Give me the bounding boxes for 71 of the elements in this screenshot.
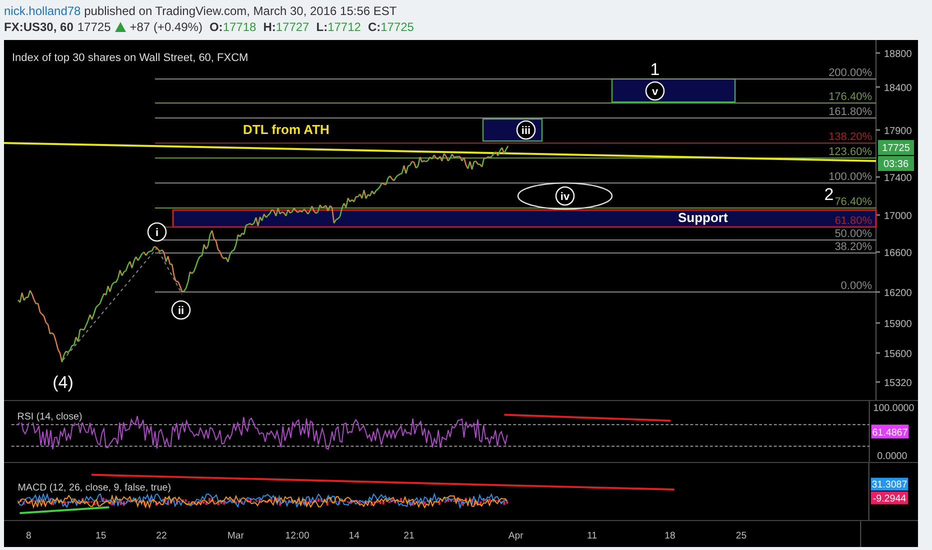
author-link[interactable]: nick.holland78 bbox=[4, 4, 81, 18]
ohlc-value: 17727 bbox=[276, 19, 310, 35]
time-axis-label: 11 bbox=[586, 530, 597, 542]
price-text: 17725 bbox=[77, 19, 111, 35]
wave-label: 2 bbox=[824, 185, 834, 204]
trendline-label: DTL from ATH bbox=[243, 122, 330, 137]
symbol-label: FX:US30, 60 bbox=[4, 19, 74, 35]
fib-level-label: 61.80% bbox=[834, 215, 872, 227]
price-axis-label: 16200 bbox=[884, 288, 912, 299]
time-axis-label: 12:00 bbox=[285, 530, 310, 542]
price-tick bbox=[876, 52, 880, 54]
price-axis-label: 15600 bbox=[884, 349, 912, 360]
fib-level-label: 0.00% bbox=[840, 280, 872, 292]
price-axis-label: 16600 bbox=[884, 248, 912, 259]
fib-level-label: 76.40% bbox=[834, 196, 872, 208]
ohlc-value: 17725 bbox=[380, 19, 414, 35]
wave-marker: i bbox=[147, 222, 167, 242]
wave-marker: ii bbox=[171, 300, 191, 320]
price-tick bbox=[876, 322, 880, 324]
time-axis-label: 15 bbox=[96, 530, 106, 542]
fib-level-label: 123.60% bbox=[828, 146, 872, 158]
macd-title: MACD (12, 26, close, 9, false, true) bbox=[18, 482, 172, 494]
wave-label: (4) bbox=[52, 373, 74, 392]
price-axis-label: 17900 bbox=[884, 126, 912, 137]
time-axis-label: 22 bbox=[156, 530, 167, 542]
published-text: published on TradingView.com, March 30, 2016 15:56 EST bbox=[84, 4, 397, 18]
fib-level-label: 38.20% bbox=[834, 241, 872, 253]
fib-level-label: 176.40% bbox=[828, 91, 872, 103]
price-axis-label: 17000 bbox=[884, 211, 912, 222]
wave-marker: iii bbox=[516, 120, 536, 140]
ohlc-value: 17718 bbox=[222, 19, 256, 35]
fib-level-label: 200.00% bbox=[828, 67, 872, 79]
chart-title: Index of top 30 shares on Wall Street, 60, FXCM bbox=[12, 52, 248, 64]
rsi-axis-label: 0.0000 bbox=[877, 451, 908, 462]
price-axis-label: 15320 bbox=[884, 378, 912, 389]
time-axis-label: Mar bbox=[227, 530, 244, 542]
ohlc-label: C: bbox=[368, 19, 381, 35]
fib-level-label: 50.00% bbox=[834, 228, 872, 240]
wave-marker: v bbox=[645, 81, 665, 101]
countdown-badge: 03:36 bbox=[878, 156, 914, 171]
time-axis-label: 18 bbox=[664, 530, 676, 542]
price-tick bbox=[876, 86, 880, 88]
zone-label: Support bbox=[678, 210, 728, 225]
price-tick bbox=[876, 176, 880, 178]
price-axis-label: 18800 bbox=[884, 49, 912, 60]
price-axis-label: 17400 bbox=[884, 173, 912, 184]
price-tick bbox=[876, 352, 880, 354]
ohlc-label: H: bbox=[263, 19, 276, 35]
rsi-axis-label: 100.0000 bbox=[873, 402, 914, 414]
time-axis-label: 21 bbox=[404, 530, 414, 542]
fib-level-label: 100.00% bbox=[828, 171, 872, 183]
time-axis-label: 25 bbox=[736, 530, 747, 542]
change-text: +87 (+0.49%) bbox=[130, 19, 202, 35]
time-axis-label: 8 bbox=[26, 530, 32, 542]
ohlc-label: O: bbox=[209, 19, 223, 35]
price-badge: 17725 bbox=[878, 140, 914, 155]
fib-level-label: 161.80% bbox=[828, 106, 872, 118]
rsi-title: RSI (14, close) bbox=[17, 412, 82, 423]
macd-value-badge: -9.2944 bbox=[870, 492, 908, 504]
ohlc-value: 17712 bbox=[328, 19, 361, 35]
price-axis-label: 15900 bbox=[884, 319, 912, 330]
ohlc-label: L: bbox=[316, 19, 328, 35]
fib-level-label: 138.20% bbox=[828, 131, 872, 143]
time-axis-label: Apr bbox=[508, 530, 524, 542]
rsi-value-badge: 61.4867 bbox=[871, 424, 909, 438]
price-axis-label: 18400 bbox=[884, 83, 912, 94]
wave-marker: iv bbox=[555, 186, 575, 206]
time-axis-label: 14 bbox=[348, 530, 360, 542]
macd-value-badge: 31.3087 bbox=[870, 478, 908, 491]
wave-label: 1 bbox=[650, 60, 660, 79]
up-triangle-icon bbox=[114, 22, 126, 32]
